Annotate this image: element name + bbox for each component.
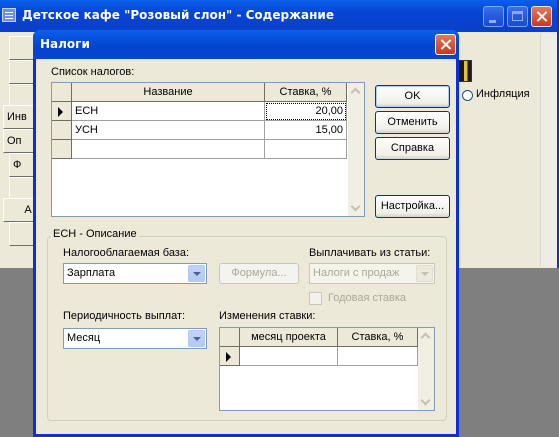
scroll-down-icon[interactable] <box>418 394 434 410</box>
close-icon[interactable] <box>531 6 552 27</box>
current-row-arrow-icon <box>58 107 63 117</box>
maximize-icon[interactable] <box>507 6 528 27</box>
rate-changes-label: Изменения ставки: <box>219 310 316 322</box>
help-button[interactable]: Справка <box>375 137 450 160</box>
minimize-icon[interactable] <box>483 6 504 27</box>
scroll-up-icon[interactable] <box>348 83 364 99</box>
inflation-label: Инфляция <box>476 88 530 100</box>
periodicity-select[interactable]: Месяц <box>63 328 207 349</box>
column-header-rate[interactable]: Ставка, % <box>338 328 418 347</box>
current-row-arrow-icon <box>226 352 231 362</box>
dialog-close-icon[interactable] <box>435 34 456 55</box>
scroll-up-icon[interactable] <box>418 328 434 344</box>
main-window-scrollbar[interactable] <box>540 34 557 266</box>
row-selector[interactable] <box>52 121 72 140</box>
pay-from-label: Выплачивать из статьи: <box>309 247 431 259</box>
chevron-down-icon[interactable] <box>188 330 205 347</box>
tax-rate-cell[interactable]: 20,00 <box>265 102 347 121</box>
annual-rate-checkbox[interactable] <box>309 292 322 305</box>
periodicity-label: Периодичность выплат: <box>63 310 186 322</box>
tax-table[interactable]: Название Ставка, % ЕСН 20,00 УСН 15,00 <box>51 82 365 217</box>
tax-rate-cell[interactable] <box>265 140 347 159</box>
month-cell[interactable] <box>240 347 338 366</box>
ok-button[interactable]: OK <box>375 85 450 108</box>
rate-changes-scrollbar[interactable] <box>418 328 434 410</box>
rate-cell[interactable] <box>338 347 418 366</box>
column-header-name[interactable]: Название <box>72 83 265 102</box>
scroll-down-icon[interactable] <box>348 200 364 216</box>
tax-base-label: Налогооблагаемая база: <box>63 247 190 259</box>
settings-button[interactable]: Настройка... <box>375 195 450 218</box>
row-selector-header <box>52 83 72 102</box>
inflation-radio[interactable] <box>462 90 473 101</box>
dialog-titlebar: Налоги <box>33 30 459 59</box>
rate-changes-table[interactable]: месяц проекта Ставка, % <box>219 327 435 411</box>
tax-base-value: Зарплата <box>67 267 116 279</box>
row-selector[interactable] <box>52 102 72 121</box>
pay-from-value: Налоги с продаж <box>313 267 400 279</box>
tax-rate-cell[interactable]: 15,00 <box>265 121 347 140</box>
row-selector[interactable] <box>52 140 72 159</box>
tax-table-scrollbar[interactable] <box>348 83 364 216</box>
cancel-button[interactable]: Отменить <box>375 111 450 134</box>
main-window-title: Детское кафе "Розовый слон" - Содержание <box>22 8 334 22</box>
row-selector-header <box>220 328 240 347</box>
tax-name-cell[interactable]: УСН <box>72 121 265 140</box>
column-header-rate[interactable]: Ставка, % <box>265 83 347 102</box>
description-group-title: ЕСН - Описание <box>51 228 139 240</box>
taxes-dialog: Налоги Список налогов: Название Ставка, … <box>33 30 459 437</box>
column-header-month[interactable]: месяц проекта <box>240 328 338 347</box>
main-window-titlebar: Детское кафе "Розовый слон" - Содержание <box>0 0 557 32</box>
tax-table-header: Название Ставка, % <box>52 83 350 102</box>
chevron-down-icon[interactable] <box>416 265 433 282</box>
tax-name-cell[interactable]: ЕСН <box>72 102 265 121</box>
periodicity-value: Месяц <box>67 332 101 344</box>
row-selector[interactable] <box>220 347 240 366</box>
chevron-down-icon[interactable] <box>188 265 205 282</box>
app-icon <box>2 8 16 22</box>
book-icon <box>458 60 472 82</box>
formula-button[interactable]: Формула... <box>219 263 299 284</box>
dialog-title: Налоги <box>40 37 90 51</box>
tax-base-select[interactable]: Зарплата <box>63 263 207 284</box>
annual-rate-label: Годовая ставка <box>328 292 407 304</box>
tax-list-label: Список налогов: <box>51 66 135 78</box>
pay-from-select[interactable]: Налоги с продаж <box>309 263 435 284</box>
tax-name-cell[interactable] <box>72 140 265 159</box>
